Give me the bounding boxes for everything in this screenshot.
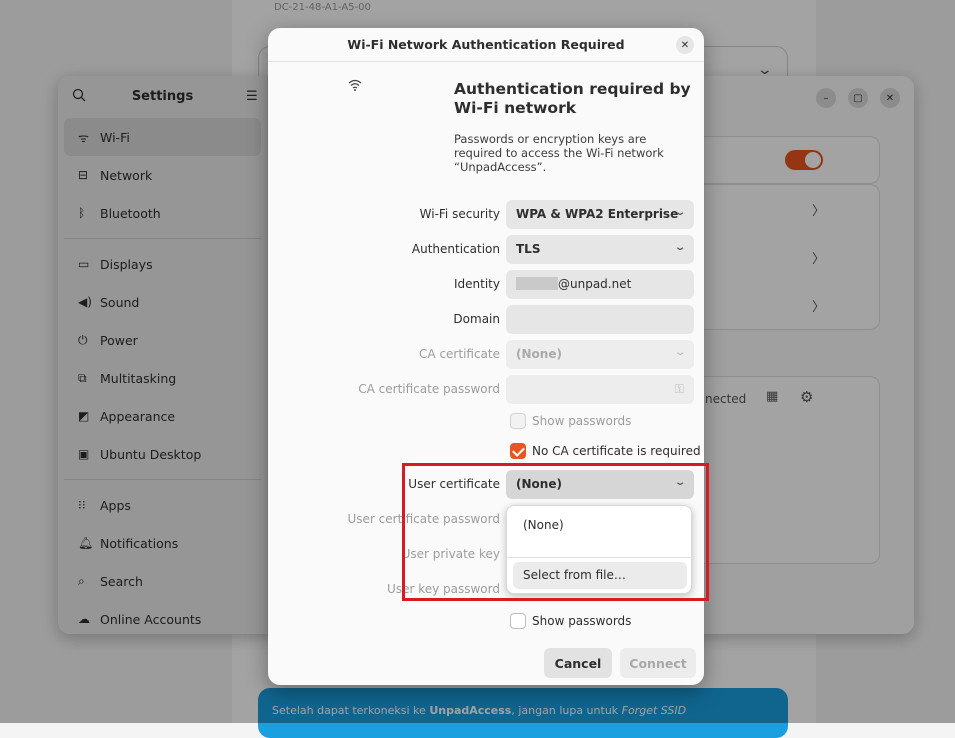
identity-field[interactable]: @unpad.net — [506, 270, 694, 299]
authentication-value: TLS — [516, 242, 541, 256]
dialog-description: Passwords or encryption keys are require… — [454, 132, 664, 174]
ca-certificate-select[interactable]: (None) ⌄ — [506, 340, 694, 369]
ca-certificate-password-field[interactable]: ⚿ — [506, 375, 694, 404]
show-passwords-checkbox-row[interactable]: Show passwords — [510, 413, 631, 429]
identity-value: @unpad.net — [558, 277, 632, 291]
authentication-label: Authentication — [411, 242, 500, 256]
cancel-button[interactable]: Cancel — [544, 648, 612, 678]
wifi-icon — [348, 79, 362, 91]
close-icon[interactable]: ✕ — [676, 36, 694, 54]
connect-button[interactable]: Connect — [620, 648, 696, 678]
chevron-down-icon: ⌄ — [673, 207, 687, 218]
redacted-username — [516, 277, 558, 290]
domain-label: Domain — [453, 312, 500, 326]
ca-certificate-value: (None) — [516, 347, 562, 361]
key-icon: ⚿ — [674, 382, 684, 396]
domain-field[interactable] — [506, 305, 694, 334]
no-ca-required-checkbox[interactable] — [510, 443, 526, 459]
dialog-title: Wi-Fi Network Authentication Required — [347, 37, 625, 52]
chevron-down-icon: ⌄ — [673, 242, 687, 253]
show-passwords-label: Show passwords — [532, 414, 632, 428]
no-ca-required-label: No CA certificate is required — [532, 444, 701, 458]
dialog-heading: Authentication required by Wi-Fi network — [454, 80, 691, 117]
show-passwords-checkbox-row-2[interactable]: Show passwords — [510, 613, 631, 629]
show-passwords-checkbox-2[interactable] — [510, 613, 526, 629]
authentication-select[interactable]: TLS ⌄ — [506, 235, 694, 264]
ca-certificate-password-label: CA certificate password — [358, 382, 500, 396]
identity-label: Identity — [454, 277, 500, 291]
wifi-security-label: Wi-Fi security — [419, 207, 500, 221]
no-ca-required-checkbox-row[interactable]: No CA certificate is required — [510, 443, 701, 459]
show-passwords-checkbox[interactable] — [510, 413, 526, 429]
annotation-highlight-box — [402, 463, 709, 601]
wifi-security-select[interactable]: WPA & WPA2 Enterprise ⌄ — [506, 200, 694, 229]
wifi-security-value: WPA & WPA2 Enterprise — [516, 207, 679, 221]
chevron-down-icon: ⌄ — [673, 347, 687, 358]
ca-certificate-label: CA certificate — [419, 347, 500, 361]
dialog-titlebar: Wi-Fi Network Authentication Required ✕ — [268, 28, 704, 62]
show-passwords-label-2: Show passwords — [532, 614, 632, 628]
